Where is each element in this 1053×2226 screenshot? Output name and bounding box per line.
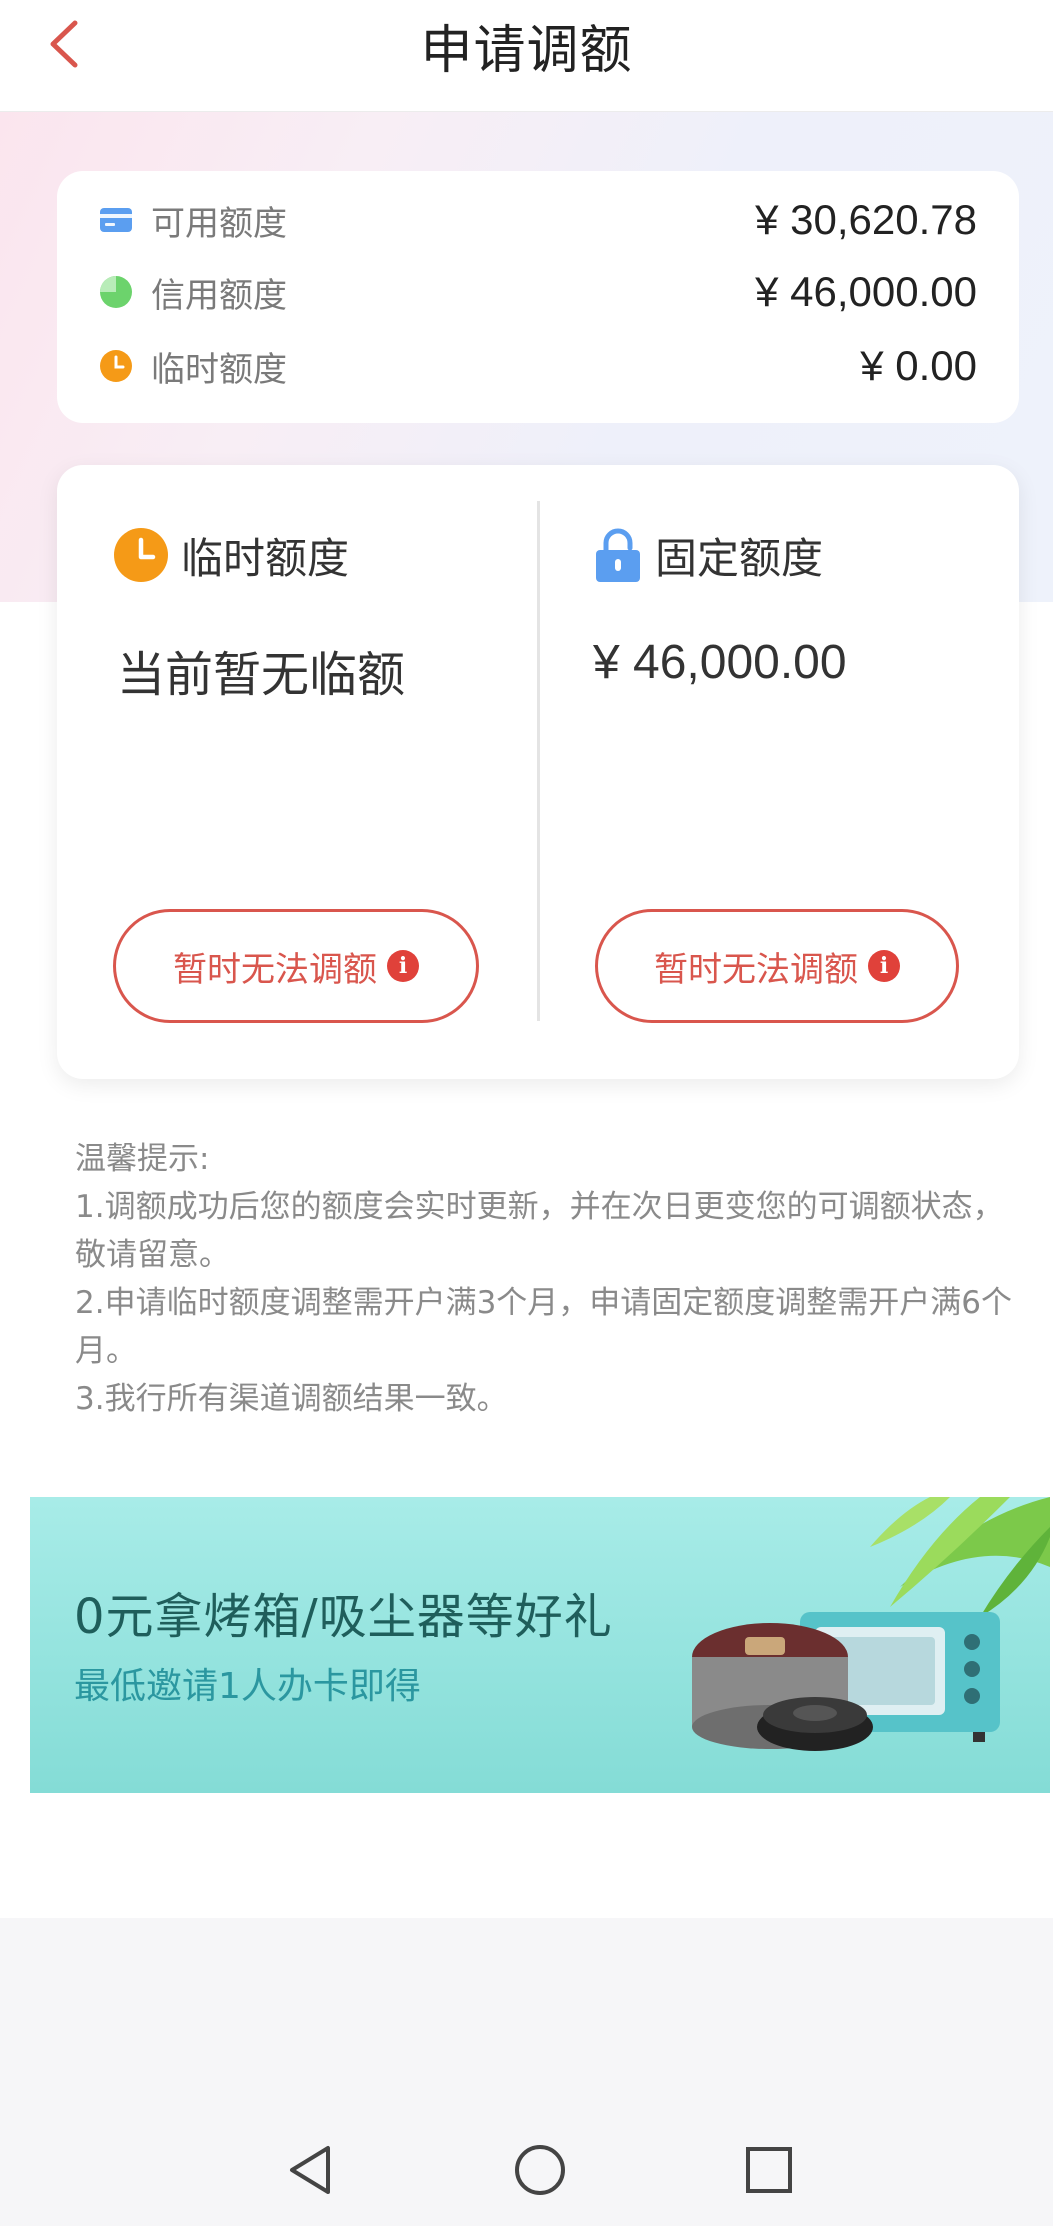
temp-adjust-button[interactable]: 暂时无法调额 i	[113, 909, 479, 1023]
recents-square-icon	[746, 2147, 792, 2193]
credit-limit-label: 信用额度	[151, 275, 287, 316]
temp-limit-label: 临时额度	[151, 349, 287, 390]
column-divider	[537, 501, 540, 1021]
fixed-adjust-button[interactable]: 暂时无法调额 i	[595, 909, 959, 1023]
fixed-adjust-label: 暂时无法调额	[654, 949, 858, 990]
page-title: 申请调额	[420, 21, 633, 81]
credit-limit-value: ¥ 46,000.00	[755, 268, 977, 315]
tip-item: 1.调额成功后您的额度会实时更新，并在次日更变您的可调额状态，敬请留意。	[75, 1189, 1004, 1273]
lock-icon	[596, 528, 640, 582]
nav-back-button[interactable]	[275, 2140, 345, 2200]
top-bar: 申请调额	[0, 0, 1053, 112]
nav-home-button[interactable]	[505, 2140, 575, 2200]
limit-adjust-card: 临时额度 当前暂无临额 暂时无法调额 i 固定额度 ¥ 46,000.00 暂时…	[57, 465, 1019, 1079]
limit-summary-card: 可用额度 ¥ 30,620.78 信用额度 ¥ 46,000.00 临时额度 ¥…	[57, 171, 1019, 423]
banner-subtitle: 最低邀请1人办卡即得	[74, 1666, 421, 1707]
tips-section: 温馨提示: 1.调额成功后您的额度会实时更新，并在次日更变您的可调额状态，敬请留…	[75, 1135, 1015, 1423]
temp-limit-status: 当前暂无临额	[117, 647, 406, 703]
temp-limit-value: ¥ 0.00	[860, 342, 977, 389]
home-circle-icon	[515, 2145, 565, 2195]
available-limit-row: 可用额度 ¥ 30,620.78	[99, 195, 977, 245]
banner-title: 0元拿烤箱/吸尘器等好礼	[74, 1589, 613, 1645]
fixed-limit-header: 固定额度	[593, 525, 823, 585]
pie-icon	[99, 275, 133, 309]
promo-banner[interactable]: 0元拿烤箱/吸尘器等好礼 最低邀请1人办卡即得	[30, 1497, 1050, 1793]
tip-item: 2.申请临时额度调整需开户满3个月，申请固定额度调整需开户满6个月。	[75, 1285, 1013, 1369]
temp-adjust-label: 暂时无法调额	[173, 949, 377, 990]
available-limit-value: ¥ 30,620.78	[755, 196, 977, 243]
info-icon[interactable]: i	[387, 950, 419, 982]
info-icon[interactable]: i	[868, 950, 900, 982]
appliance-illustration	[692, 1497, 1050, 1751]
temp-limit-header: 临时额度	[113, 525, 349, 585]
card-icon	[99, 203, 133, 237]
credit-limit-row: 信用额度 ¥ 46,000.00	[99, 267, 977, 317]
available-limit-label: 可用额度	[151, 203, 287, 244]
back-triangle-icon	[290, 2146, 330, 2194]
tip-item: 3.我行所有渠道调额结果一致。	[75, 1381, 508, 1417]
fixed-limit-value: ¥ 46,000.00	[593, 636, 847, 689]
temp-limit-title: 临时额度	[181, 533, 350, 583]
nav-recents-button[interactable]	[734, 2140, 804, 2200]
tips-title: 温馨提示:	[75, 1141, 210, 1177]
clock-icon	[114, 528, 168, 582]
temp-limit-row: 临时额度 ¥ 0.00	[99, 341, 977, 391]
clock-icon	[99, 349, 133, 383]
fixed-limit-title: 固定额度	[655, 533, 824, 583]
